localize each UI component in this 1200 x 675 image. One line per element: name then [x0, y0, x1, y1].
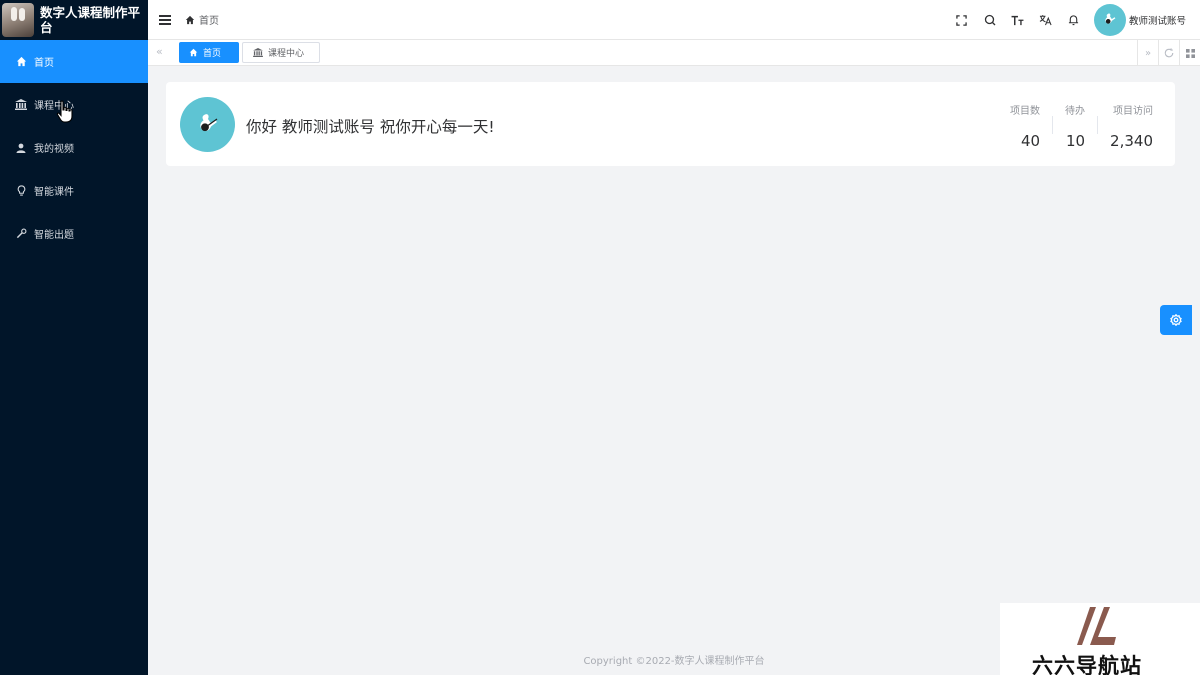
app-logo — [2, 3, 34, 37]
breadcrumb-item[interactable]: 首页 — [199, 12, 219, 27]
breadcrumb: 首页 — [185, 12, 219, 27]
watermark: 六六导航站 — [1000, 603, 1200, 675]
app-logo-block[interactable]: 数字人课程制作平台 — [0, 0, 148, 40]
app-title: 数字人课程制作平台 — [40, 5, 141, 35]
fullscreen-icon[interactable] — [948, 0, 976, 40]
stat-divider — [1052, 116, 1054, 134]
stat-divider — [1097, 116, 1099, 134]
font-size-icon[interactable] — [1004, 0, 1032, 40]
stats-group: 项目数 40 待办 10 项目访问 2,340 — [1010, 102, 1153, 150]
sidebar-item-label: 我的视频 — [34, 144, 74, 155]
hand-cursor-icon — [56, 100, 73, 123]
sidebar-item-home[interactable]: 首页 — [0, 40, 148, 83]
welcome-card: 你好 教师测试账号 祝你开心每一天! 项目数 40 待办 10 项目访问 2,3… — [166, 82, 1175, 166]
sidebar: 数字人课程制作平台 首页 课程中心 我的视频 智能课件 智能出题 — [0, 0, 148, 675]
grid-menu-icon[interactable] — [1179, 40, 1200, 66]
watermark-logo — [1077, 607, 1116, 645]
tab-label: 首页 — [203, 49, 222, 59]
avatar[interactable] — [1093, 4, 1126, 36]
refresh-icon[interactable] — [1158, 40, 1179, 66]
wrench-icon — [14, 227, 28, 241]
gear-icon — [1170, 314, 1182, 326]
stat-label: 待办 — [1065, 106, 1086, 117]
stat-projects: 项目数 40 — [1010, 102, 1040, 150]
watermark-text: 六六导航站 — [1032, 654, 1142, 675]
tabs-scroll-right-icon[interactable]: » — [1137, 40, 1158, 66]
stat-value: 40 — [1020, 132, 1041, 150]
sidebar-item-label: 智能课件 — [34, 187, 74, 198]
translate-icon[interactable] — [1032, 0, 1060, 40]
sidebar-item-my-videos[interactable]: 我的视频 — [0, 126, 148, 169]
bank-icon — [14, 98, 28, 112]
menu-toggle-icon[interactable] — [159, 13, 171, 27]
home-icon — [185, 15, 195, 24]
stat-label: 项目数 — [1010, 106, 1041, 117]
sidebar-item-course-center[interactable]: 课程中心 — [0, 83, 148, 126]
bird-avatar-icon — [1105, 13, 1116, 24]
sidebar-item-label: 智能出题 — [34, 230, 74, 241]
home-icon — [189, 48, 198, 57]
stat-label: 项目访问 — [1113, 106, 1153, 117]
bird-avatar-icon — [199, 113, 217, 131]
tab-course-center[interactable]: 课程中心 — [242, 42, 320, 63]
home-icon — [14, 55, 28, 69]
user-icon — [14, 141, 28, 155]
sidebar-item-smart-quiz[interactable]: 智能出题 — [0, 212, 148, 255]
sidebar-item-label: 首页 — [34, 58, 54, 69]
top-header: 首页 教师测试账号 — [148, 0, 1200, 40]
bank-icon — [253, 48, 263, 57]
greeting-text: 你好 教师测试账号 祝你开心每一天! — [246, 118, 495, 136]
avatar — [180, 97, 235, 152]
bell-icon[interactable] — [1060, 0, 1088, 40]
header-tools: 教师测试账号 — [948, 0, 1186, 40]
tab-label: 课程中心 — [268, 49, 305, 59]
stat-visits: 项目访问 2,340 — [1110, 102, 1153, 150]
settings-float-button[interactable] — [1160, 305, 1192, 335]
search-icon[interactable] — [976, 0, 1004, 40]
username[interactable]: 教师测试账号 — [1129, 13, 1186, 27]
stat-todo: 待办 10 — [1065, 102, 1085, 150]
stat-value: 10 — [1065, 132, 1086, 150]
stat-value: 2,340 — [1110, 132, 1153, 150]
tab-actions: » — [1137, 40, 1200, 66]
sidebar-item-smart-courseware[interactable]: 智能课件 — [0, 169, 148, 212]
tabs-scroll-left-icon[interactable]: « — [156, 45, 163, 58]
tags-view: « 首页 课程中心 » — [148, 40, 1200, 66]
bulb-icon — [14, 184, 28, 198]
tab-home[interactable]: 首页 — [179, 42, 239, 63]
